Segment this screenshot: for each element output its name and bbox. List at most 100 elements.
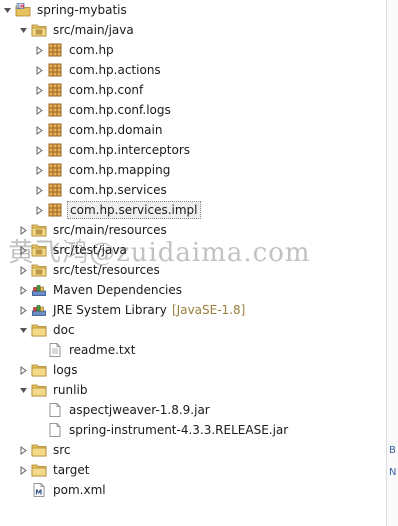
package-icon (47, 202, 63, 218)
tree-item[interactable]: com.hp.services (0, 180, 386, 200)
source-folder-icon (31, 222, 47, 238)
tree-item-label: src/main/java (53, 23, 134, 37)
tree-item[interactable]: spring-instrument-4.3.3.RELEASE.jar (0, 420, 386, 440)
expand-arrow-icon[interactable] (18, 380, 30, 400)
tree-item[interactable]: JRE System Library [JavaSE-1.8] (0, 300, 386, 320)
tree-item[interactable]: aspectjweaver-1.8.9.jar (0, 400, 386, 420)
source-folder-icon (31, 22, 47, 38)
collapse-arrow-icon[interactable] (34, 100, 46, 120)
project-explorer-tree: 黄飞鸿@zuidaima.com J M spring-mybatis src/… (0, 0, 386, 526)
side-panel-tab[interactable]: B (389, 444, 398, 458)
tree-item-label: spring-instrument-4.3.3.RELEASE.jar (69, 423, 289, 437)
tree-item-label: src/test/java (53, 243, 127, 257)
tree-item-label: com.hp.services (69, 183, 167, 197)
tree-item-label: src (53, 443, 71, 457)
tree-item-label: com.hp.interceptors (69, 143, 191, 157)
folder-icon (31, 322, 47, 338)
folder-icon (31, 362, 47, 378)
source-folder-icon (31, 242, 47, 258)
tree-item-label: com.hp.domain (69, 123, 163, 137)
tree-item-label: com.hp.conf (69, 83, 144, 97)
package-icon (47, 42, 63, 58)
tree-item[interactable]: com.hp.services.impl (0, 200, 386, 220)
library-icon (31, 282, 47, 298)
tree-item[interactable]: Maven Dependencies (0, 280, 386, 300)
tree-item-label: com.hp (69, 43, 114, 57)
tree-item[interactable]: src/test/java (0, 240, 386, 260)
collapse-arrow-icon[interactable] (34, 80, 46, 100)
folder-icon (31, 442, 47, 458)
tree-item[interactable]: target (0, 460, 386, 480)
tree-item-label: aspectjweaver-1.8.9.jar (69, 403, 210, 417)
collapse-arrow-icon[interactable] (18, 460, 30, 480)
package-icon (47, 122, 63, 138)
collapse-arrow-icon[interactable] (34, 180, 46, 200)
package-icon (47, 142, 63, 158)
tree-item-label: com.hp.conf.logs (69, 103, 171, 117)
side-panel-tab[interactable]: N (389, 466, 398, 480)
folder-icon (31, 382, 47, 398)
package-icon (47, 62, 63, 78)
svg-text:M: M (35, 489, 42, 497)
svg-text:M: M (20, 4, 24, 9)
tree-item[interactable]: src/test/resources (0, 260, 386, 280)
tree-item[interactable]: src/main/resources (0, 220, 386, 240)
collapse-arrow-icon[interactable] (18, 360, 30, 380)
package-icon (47, 82, 63, 98)
java-project-icon: J M (15, 2, 31, 18)
tree-item[interactable]: com.hp.conf.logs (0, 100, 386, 120)
tree-item-label: Maven Dependencies (53, 283, 183, 297)
tree-item-label: src/test/resources (53, 263, 160, 277)
tree-item[interactable]: com.hp.actions (0, 60, 386, 80)
text-file-icon (47, 342, 63, 358)
collapse-arrow-icon[interactable] (18, 220, 30, 240)
source-folder-icon (31, 262, 47, 278)
collapse-arrow-icon[interactable] (18, 300, 30, 320)
collapse-arrow-icon[interactable] (18, 280, 30, 300)
tree-item[interactable]: src (0, 440, 386, 460)
side-panel-edge: B N (386, 0, 398, 526)
tree-item[interactable]: src/main/java (0, 20, 386, 40)
tree-item-label: runlib (53, 383, 88, 397)
tree-item-label: com.hp.mapping (69, 163, 171, 177)
tree-item-label: target (53, 463, 90, 477)
collapse-arrow-icon[interactable] (34, 200, 46, 220)
tree-item-label: com.hp.services.impl (67, 201, 201, 219)
tree-item-label: logs (53, 363, 78, 377)
folder-icon (31, 462, 47, 478)
tree-item[interactable]: doc (0, 320, 386, 340)
tree-item[interactable]: logs (0, 360, 386, 380)
collapse-arrow-icon[interactable] (34, 40, 46, 60)
collapse-arrow-icon[interactable] (18, 440, 30, 460)
collapse-arrow-icon[interactable] (18, 260, 30, 280)
collapse-arrow-icon[interactable] (18, 240, 30, 260)
tree-item-label: src/main/resources (53, 223, 167, 237)
collapse-arrow-icon[interactable] (34, 140, 46, 160)
library-icon (31, 302, 47, 318)
tree-item[interactable]: M pom.xml (0, 480, 386, 500)
tree-item-label: JRE System Library (53, 303, 167, 317)
tree-item[interactable]: com.hp.conf (0, 80, 386, 100)
tree-item-label: com.hp.actions (69, 63, 161, 77)
tree-item-label: doc (53, 323, 75, 337)
tree-item[interactable]: com.hp.mapping (0, 160, 386, 180)
collapse-arrow-icon[interactable] (34, 60, 46, 80)
expand-arrow-icon[interactable] (2, 0, 14, 20)
expand-arrow-icon[interactable] (18, 20, 30, 40)
tree-item[interactable]: readme.txt (0, 340, 386, 360)
tree-item-label: readme.txt (69, 343, 136, 357)
collapse-arrow-icon[interactable] (34, 120, 46, 140)
tree-item[interactable]: com.hp.interceptors (0, 140, 386, 160)
tree-item[interactable]: com.hp (0, 40, 386, 60)
package-icon (47, 182, 63, 198)
tree-item[interactable]: runlib (0, 380, 386, 400)
tree-item-label: spring-mybatis (37, 3, 127, 17)
expand-arrow-icon[interactable] (18, 320, 30, 340)
tree-item[interactable]: J M spring-mybatis (0, 0, 386, 20)
file-icon (47, 422, 63, 438)
collapse-arrow-icon[interactable] (34, 160, 46, 180)
tree-item-decoration: [JavaSE-1.8] (172, 303, 246, 317)
maven-pom-icon: M (31, 482, 47, 498)
tree-item-label: pom.xml (53, 483, 106, 497)
tree-item[interactable]: com.hp.domain (0, 120, 386, 140)
